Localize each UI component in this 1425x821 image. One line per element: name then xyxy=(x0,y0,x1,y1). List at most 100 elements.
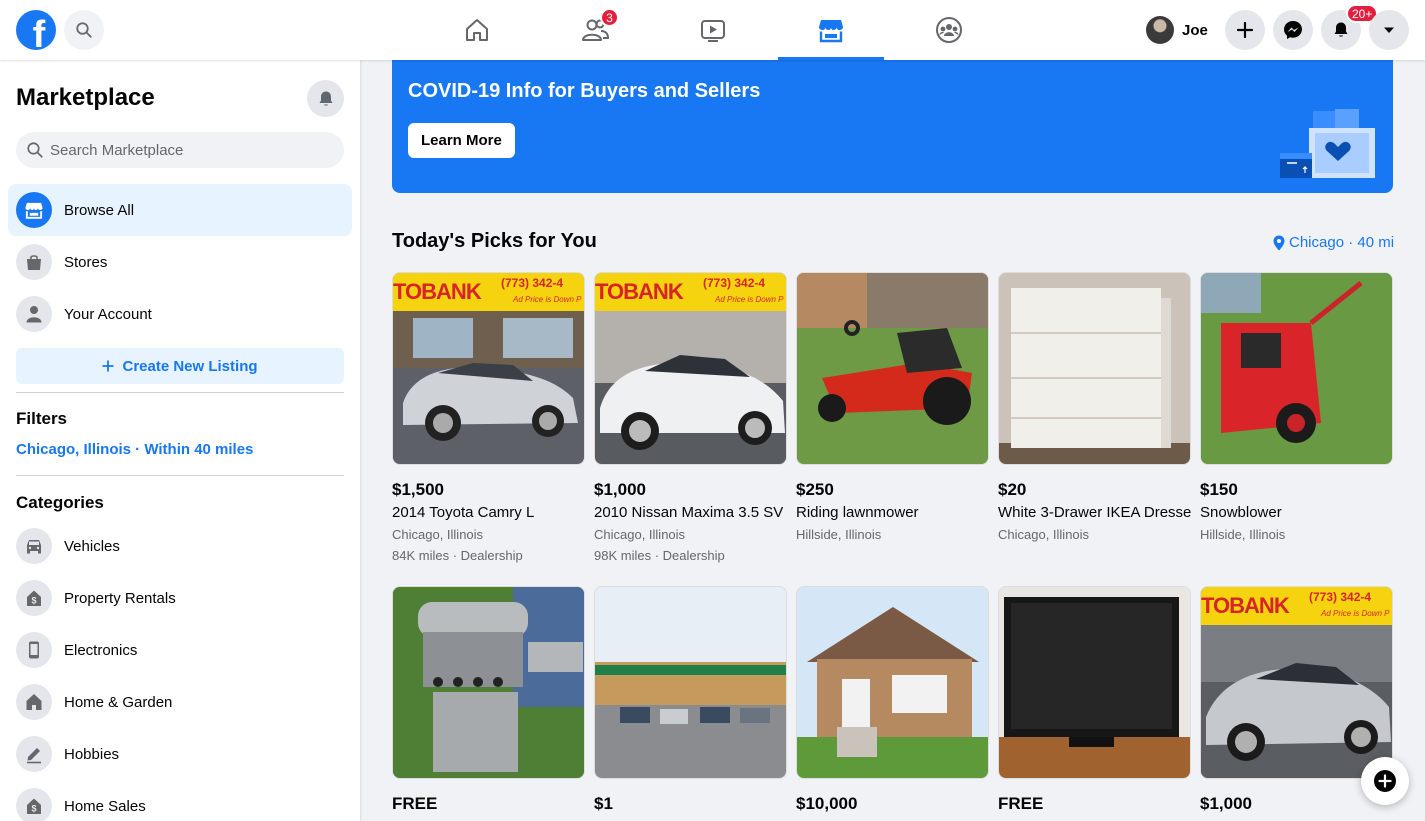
listing-photo xyxy=(796,272,989,465)
profile-button[interactable]: Joe xyxy=(1142,12,1216,48)
listing-photo: TOBANK (773) 342-4 Ad Price is Down P xyxy=(594,272,787,465)
dealer-brand: TOBANK xyxy=(1201,593,1290,618)
sidebar-item-your-account[interactable]: Your Account xyxy=(8,288,352,340)
bell-icon xyxy=(319,91,332,106)
banner-title: COVID-19 Info for Buyers and Sellers xyxy=(408,80,761,102)
sidebar-item-stores[interactable]: Stores xyxy=(8,236,352,288)
tab-watch[interactable] xyxy=(660,0,766,60)
svg-text:$: $ xyxy=(31,804,36,814)
category-label: Home & Garden xyxy=(64,693,173,711)
divider xyxy=(16,392,344,393)
category-property-rentals[interactable]: $ Property Rentals xyxy=(8,572,352,624)
dealer-tagline: Ad Price is Down P xyxy=(1321,609,1390,618)
marketplace-search[interactable] xyxy=(16,132,344,168)
dealer-phone: (773) 342-4 xyxy=(501,276,564,290)
create-new-listing-button[interactable]: Create New Listing xyxy=(16,348,344,384)
listing-photo xyxy=(1200,272,1393,465)
categories-heading: Categories xyxy=(16,493,104,512)
dealer-banner: TOBANK (773) 342-4 Ad Price is Down P xyxy=(1201,587,1392,625)
caret-down-icon xyxy=(1384,27,1394,33)
listing-location: Chicago, Illinois xyxy=(594,527,686,542)
sidebar-item-browse-all[interactable]: Browse All xyxy=(8,184,352,236)
divider xyxy=(16,475,344,476)
listing-card[interactable]: FREE xyxy=(998,586,1191,814)
groups-icon xyxy=(936,17,962,43)
listing-photo xyxy=(594,586,787,779)
messenger-button[interactable] xyxy=(1273,10,1313,50)
listing-card[interactable]: $10,000 xyxy=(796,586,989,814)
tab-marketplace[interactable] xyxy=(778,0,884,60)
sidebar-item-label: Your Account xyxy=(64,305,152,323)
listing-title: 2014 Toyota Camry L xyxy=(392,504,535,521)
listing-title: Snowblower xyxy=(1200,504,1282,521)
location-filter-link[interactable]: Chicago, Illinois · Within 40 miles xyxy=(16,441,253,458)
listing-location: Hillside, Illinois xyxy=(1200,527,1286,542)
tab-home[interactable] xyxy=(424,0,530,60)
phone-icon xyxy=(16,632,52,668)
category-home-garden[interactable]: Home & Garden xyxy=(8,676,352,728)
listing-price: $20 xyxy=(998,480,1027,499)
category-electronics[interactable]: Electronics xyxy=(8,624,352,676)
account-menu-button[interactable] xyxy=(1369,10,1409,50)
listing-photo: TOBANK (773) 342-4 Ad Price is Down P xyxy=(392,272,585,465)
marketplace-notifications-button[interactable] xyxy=(307,80,344,117)
plus-icon xyxy=(102,360,114,372)
listing-location: Hillside, Illinois xyxy=(796,527,882,542)
listing-price: FREE xyxy=(392,794,438,813)
new-message-button[interactable] xyxy=(1361,757,1409,805)
dealer-tagline: Ad Price is Down P xyxy=(513,295,582,304)
listing-card[interactable]: TOBANK (773) 342-4 Ad Price is Down P $1… xyxy=(594,272,787,563)
category-home-sales[interactable]: $ Home Sales xyxy=(8,780,352,821)
listing-price: $250 xyxy=(796,480,834,499)
listing-card[interactable]: $150 Snowblower Hillside, Illinois xyxy=(1200,272,1393,542)
profile-name: Joe xyxy=(1182,21,1208,39)
listing-price: $1,500 xyxy=(392,480,444,499)
listing-card[interactable]: FREE xyxy=(392,586,585,814)
facebook-logo[interactable]: f xyxy=(16,10,56,50)
dealer-banner: TOBANK (773) 342-4 Ad Price is Down P xyxy=(393,273,584,311)
listing-title: 2010 Nissan Maxima 3.5 SV xyxy=(594,504,784,521)
tab-groups[interactable] xyxy=(896,0,1002,60)
create-new-listing-label: Create New Listing xyxy=(122,357,258,375)
listing-meta: 98K miles · Dealership xyxy=(594,548,725,563)
category-label: Electronics xyxy=(64,641,138,659)
listing-card[interactable]: $250 Riding lawnmower Hillside, Illinois xyxy=(796,272,989,542)
storefront-icon xyxy=(819,20,843,43)
bell-icon xyxy=(1334,22,1348,37)
pencil-icon xyxy=(16,736,52,772)
watch-video-icon xyxy=(701,20,725,42)
dealer-brand: TOBANK xyxy=(595,279,684,304)
listing-price: $1 xyxy=(594,794,613,813)
sidebar-title: Marketplace xyxy=(16,84,155,111)
create-button[interactable] xyxy=(1225,10,1265,50)
location-link[interactable]: Chicago · 40 mi xyxy=(1273,234,1394,251)
listing-card[interactable]: $1 xyxy=(594,586,787,814)
friends-badge: 3 xyxy=(600,8,619,27)
messenger-icon xyxy=(1284,21,1302,39)
category-label: Property Rentals xyxy=(64,589,176,607)
house-dollar-icon: $ xyxy=(16,580,52,616)
search-input[interactable] xyxy=(50,141,320,159)
listing-price: $1,000 xyxy=(1200,794,1252,813)
listing-location: Chicago, Illinois xyxy=(392,527,484,542)
sidebar-item-label: Browse All xyxy=(64,201,135,219)
learn-more-button[interactable]: Learn More xyxy=(408,123,515,158)
listing-photo: TOBANK (773) 342-4 Ad Price is Down P xyxy=(1200,586,1393,779)
marketplace-sidebar: Marketplace Browse All Stores Your Accou… xyxy=(0,60,360,821)
tab-friends[interactable]: 3 xyxy=(542,0,648,60)
dealer-phone: (773) 342-4 xyxy=(1309,590,1372,604)
listing-meta: 84K miles · Dealership xyxy=(392,548,523,563)
listing-card[interactable]: TOBANK (773) 342-4 Ad Price is Down P $1… xyxy=(392,272,585,563)
listing-card[interactable]: $20 White 3-Drawer IKEA Dresser Chicago,… xyxy=(998,272,1191,542)
listing-location: Chicago, Illinois xyxy=(998,527,1090,542)
storefront-icon xyxy=(16,192,52,228)
home-icon xyxy=(16,684,52,720)
category-vehicles[interactable]: Vehicles xyxy=(8,520,352,572)
search-button[interactable] xyxy=(64,10,104,50)
listing-photo xyxy=(998,272,1191,465)
dealer-banner: TOBANK (773) 342-4 Ad Price is Down P xyxy=(595,273,786,311)
listing-title: Riding lawnmower xyxy=(796,504,919,521)
logo-letter: f xyxy=(32,14,46,50)
category-hobbies[interactable]: Hobbies xyxy=(8,728,352,780)
listing-photo xyxy=(998,586,1191,779)
